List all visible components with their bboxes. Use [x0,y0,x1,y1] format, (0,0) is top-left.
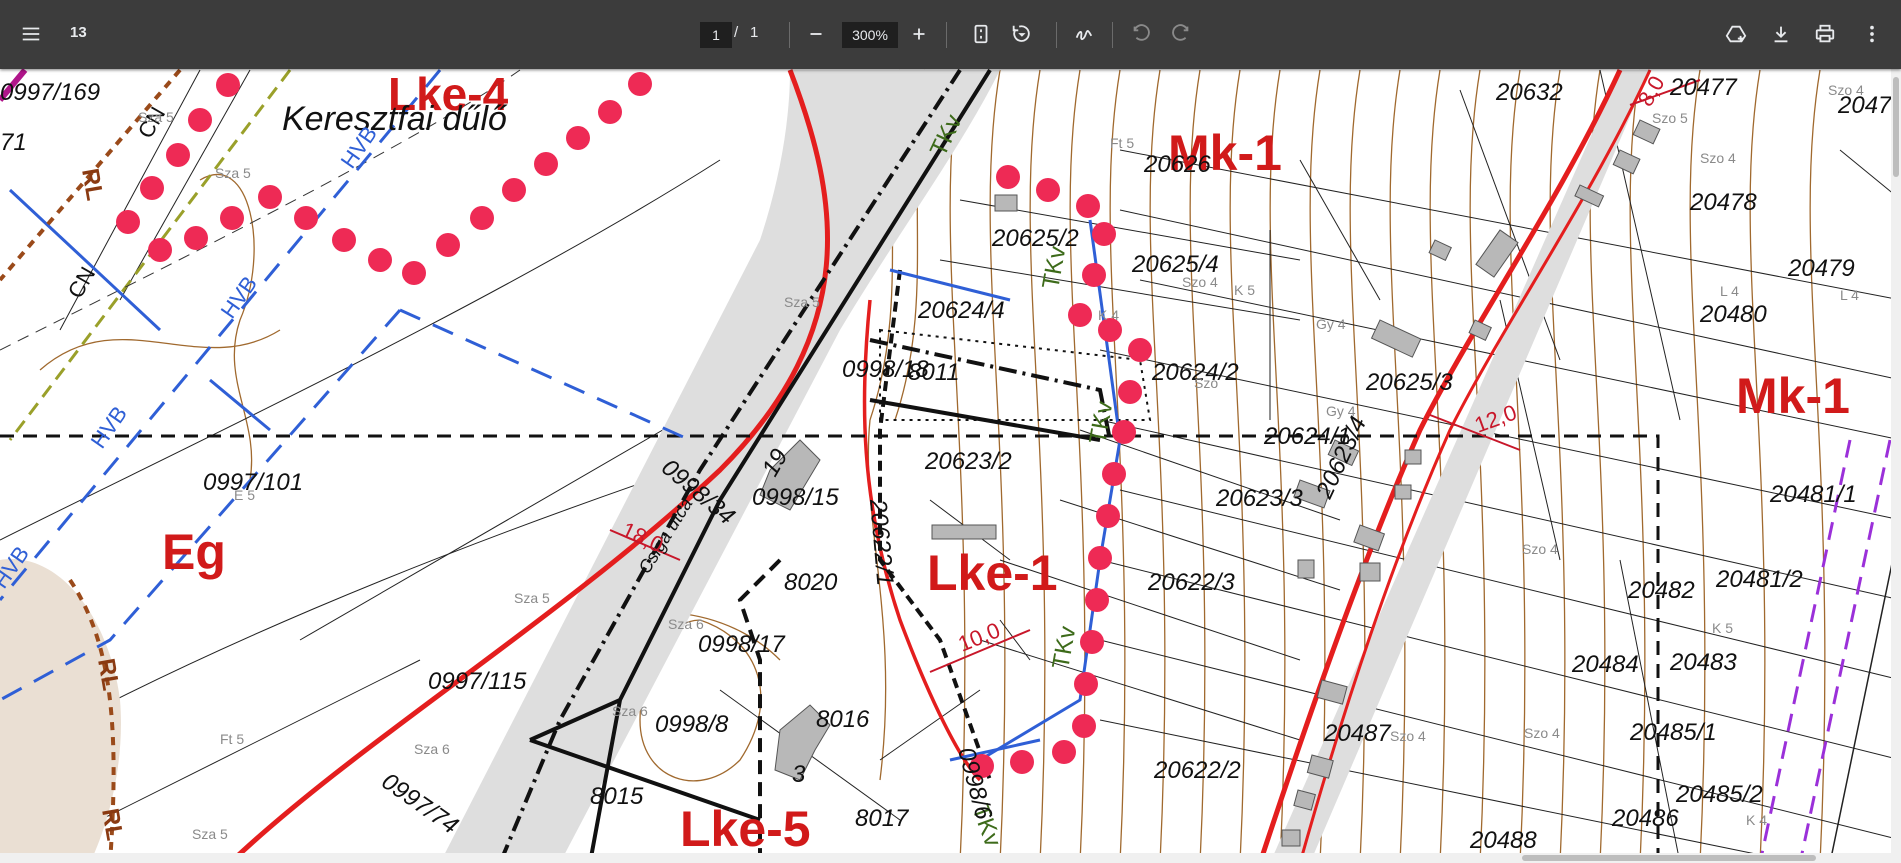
horizontal-scrollbar[interactable] [0,853,1901,863]
zone-label: Eg [162,524,226,580]
parcel-number: 3 [792,761,806,788]
download-icon[interactable] [1761,14,1801,54]
parcel-number: 20622/3 [1147,569,1235,596]
land-use-code: Szo [1194,375,1218,391]
parcel-number: 20623/2 [924,448,1012,475]
place-name: Keresztfai dűlő [282,100,508,138]
pdf-viewport[interactable]: Lke-4 Mk-1 Mk-1 Lke-1 Lke-5 Eg Keresztfa… [0,69,1901,863]
land-use-code: Szo 4 [1524,725,1560,741]
parcel-number: 20624/4 [917,297,1005,324]
document-title: 13 [70,24,87,41]
menu-icon[interactable] [11,14,51,54]
scrollbar-thumb[interactable] [1893,77,1899,177]
parcel-number: 20488 [1469,827,1537,854]
vertical-scrollbar[interactable] [1891,69,1901,863]
parcel-number: 8020 [784,569,838,596]
regulation-plan-map[interactable]: Lke-4 Mk-1 Mk-1 Lke-1 Lke-5 Eg Keresztfa… [0,69,1901,863]
land-use-code: E 5 [234,487,255,503]
land-use-code: Sza 5 [784,294,820,310]
fit-page-icon[interactable] [961,14,1001,54]
page-number-input[interactable] [700,22,732,48]
parcel-number: 20479 [1787,255,1855,282]
parcel-number: 20482 [1627,577,1695,604]
parcel-number: 20483 [1669,649,1737,676]
land-use-code: K 4 [1098,307,1119,323]
toolbar-divider [1112,22,1113,48]
parcel-number: 20486 [1611,805,1679,832]
zoom-in-icon[interactable] [899,14,939,54]
parcel-number: 20626 [1143,151,1211,178]
land-use-code: K 4 [1746,812,1767,828]
parcel-number: 20485/1 [1629,719,1717,746]
zone-label: Mk-1 [1736,368,1850,424]
land-use-code: Szo 4 [1700,150,1736,166]
line-code: RL [96,806,128,842]
parcel-number: 20477 [1669,74,1738,101]
parcel-number: 20481/2 [1715,566,1803,593]
parcel-number: 20485/2 [1675,781,1763,808]
add-to-drive-icon[interactable] [1716,14,1756,54]
land-use-code: Sza 5 [215,165,251,181]
page-total: 1 [750,24,759,41]
parcel-number: 20484 [1571,651,1639,678]
parcel-number: 8011 [908,359,960,386]
parcel-number: 20481/1 [1769,481,1857,508]
undo-icon[interactable] [1121,14,1161,54]
land-use-code: K 5 [1234,282,1255,298]
zone-label: Lke-1 [927,545,1058,601]
zoom-out-icon[interactable] [796,14,836,54]
parcel-number: 20478 [1689,189,1757,216]
parcel-number: 0997/169 [0,79,100,106]
parcel-number: 20487 [1323,720,1392,747]
line-code: RL [92,656,124,692]
toolbar-divider [946,22,947,48]
land-use-code: Szo 4 [1522,541,1558,557]
land-use-code: Szo 4 [1390,728,1426,744]
toolbar-divider [1056,22,1057,48]
land-use-code: Szo 4 [1828,82,1864,98]
rotate-icon[interactable] [1001,14,1041,54]
toolbar-divider [789,22,790,48]
parcel-number: 0997/115 [428,668,527,695]
land-use-code: Szo 4 [1182,274,1218,290]
parcel-number: 0998/8 [655,711,729,738]
land-use-code: Gy 4 [1326,403,1356,419]
zoom-input[interactable] [842,22,898,48]
land-use-code: Gy 4 [1316,316,1346,332]
parcel-number: 20480 [1699,301,1767,328]
parcel-number: 20623/3 [1215,485,1303,512]
parcel-number: 20625/2 [991,225,1079,252]
parcel-number: 20632 [1495,79,1563,106]
parcel-number: 20622/2 [1153,757,1241,784]
land-use-code: Sza 6 [414,741,450,757]
land-use-code: Sza 5 [192,826,228,842]
land-use-code: Ft 5 [1110,135,1134,151]
draw-icon[interactable] [1064,14,1104,54]
pdf-toolbar: 13 / 1 [0,0,1901,69]
parcel-number: 8017 [855,805,910,832]
parcel-number: 8016 [816,706,870,733]
land-use-code: K 5 [1712,620,1733,636]
redo-icon[interactable] [1161,14,1201,54]
land-use-code: Ft 5 [220,731,244,747]
parcel-number: 71 [0,129,27,156]
land-use-code: Sza 5 [514,590,550,606]
scrollbar-thumb[interactable] [1522,855,1816,861]
more-icon[interactable] [1852,14,1892,54]
parcel-number: 20625/3 [1365,369,1453,396]
print-icon[interactable] [1805,14,1845,54]
land-use-code: L 4 [1720,283,1739,299]
page-separator: / [734,24,739,41]
parcel-number: 0998/17 [698,631,786,658]
land-use-code: Sza 6 [612,703,648,719]
parcel-number: 8015 [590,783,644,810]
land-use-code: L 4 [1840,287,1859,303]
parcel-number: 0998/15 [752,484,839,511]
land-use-code: Szo 5 [1652,110,1688,126]
zone-label: Lke-5 [680,801,811,857]
land-use-code: Sza 6 [668,616,704,632]
line-code: RL [76,166,108,202]
land-use-code: Sza 5 [138,109,174,125]
